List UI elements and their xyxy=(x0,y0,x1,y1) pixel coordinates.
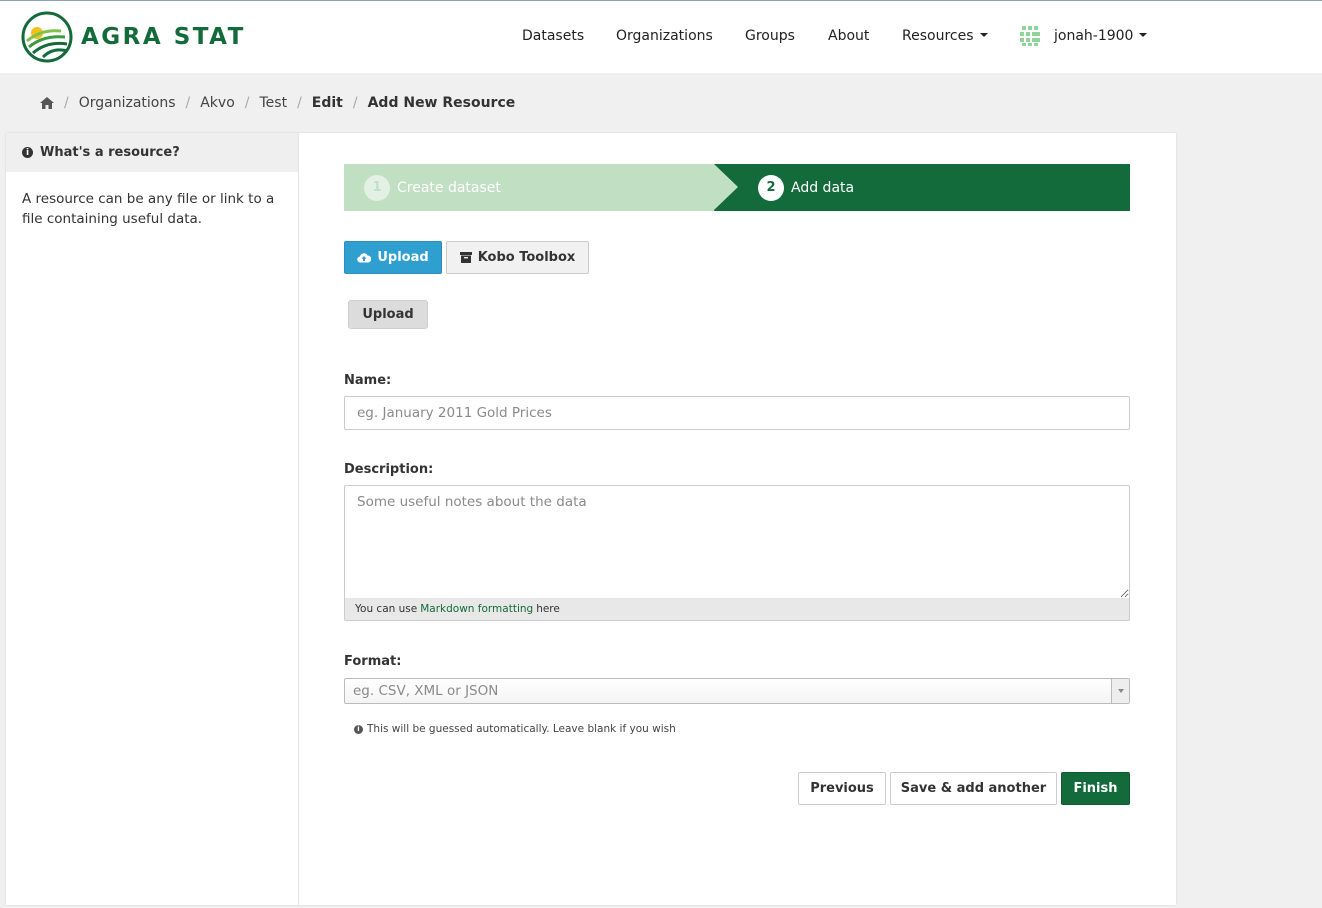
breadcrumb-separator: / xyxy=(297,95,302,111)
breadcrumb-separator: / xyxy=(185,95,191,111)
format-label: Format: xyxy=(344,654,402,669)
breadcrumb-separator: / xyxy=(352,95,358,111)
step-label: Create dataset xyxy=(397,179,501,196)
previous-button[interactable]: Previous xyxy=(798,772,886,805)
agra-logo-icon xyxy=(21,11,73,63)
nav-resources-dropdown[interactable]: Resources xyxy=(902,28,988,44)
cloud-upload-icon xyxy=(357,253,372,263)
breadcrumb-akvo[interactable]: Akvo xyxy=(200,95,235,111)
name-input[interactable] xyxy=(344,396,1130,430)
breadcrumb-current: Add New Resource xyxy=(367,95,516,111)
source-buttons: Upload Kobo Toolbox xyxy=(344,241,589,274)
breadcrumb-organizations[interactable]: Organizations xyxy=(79,95,176,111)
step-create-dataset[interactable]: 1 Create dataset xyxy=(344,164,714,211)
nav-groups[interactable]: Groups xyxy=(745,28,795,44)
markdown-hint: You can use Markdown formatting here xyxy=(344,598,1130,621)
finish-button[interactable]: Finish xyxy=(1061,772,1130,805)
nav-datasets[interactable]: Datasets xyxy=(522,28,584,44)
markdown-hint-prefix: You can use xyxy=(355,603,418,615)
format-help-text: This will be guessed automatically. Leav… xyxy=(367,723,676,735)
nav-resources-label: Resources xyxy=(902,28,974,44)
sidebar-heading-text: What's a resource? xyxy=(40,145,180,160)
info-icon: i xyxy=(22,147,33,158)
nav-organizations[interactable]: Organizations xyxy=(616,28,713,44)
brand-name: AGRA STAT xyxy=(81,24,246,50)
content-card: i What's a resource? A resource can be a… xyxy=(6,133,1176,905)
sidebar-heading: i What's a resource? xyxy=(6,133,298,172)
description-textarea[interactable] xyxy=(344,485,1130,599)
chevron-down-icon[interactable] xyxy=(1111,679,1129,703)
upload-source-button[interactable]: Upload xyxy=(344,241,442,274)
step-arrow xyxy=(714,164,738,210)
breadcrumb: / Organizations / Akvo / Test / Edit / A… xyxy=(40,95,515,111)
name-label: Name: xyxy=(344,373,392,388)
breadcrumb-test[interactable]: Test xyxy=(260,95,288,111)
format-select[interactable]: eg. CSV, XML or JSON xyxy=(344,678,1130,704)
info-icon: i xyxy=(354,724,363,734)
nav-about[interactable]: About xyxy=(828,28,869,44)
step-number: 2 xyxy=(758,174,784,201)
step-label: Add data xyxy=(791,179,855,196)
step-number: 1 xyxy=(364,174,390,201)
archive-icon xyxy=(459,252,472,263)
sidebar: i What's a resource? A resource can be a… xyxy=(6,133,299,905)
breadcrumb-edit[interactable]: Edit xyxy=(312,95,343,111)
user-menu-dropdown[interactable]: jonah-1900 xyxy=(1054,28,1148,44)
step-add-data: 2 Add data xyxy=(714,164,1130,211)
upload-file-button[interactable]: Upload xyxy=(348,300,428,329)
upload-source-label: Upload xyxy=(377,250,429,265)
brand-logo[interactable]: AGRA STAT xyxy=(21,11,246,63)
breadcrumb-separator: / xyxy=(244,95,250,111)
format-help: i This will be guessed automatically. Le… xyxy=(354,723,676,735)
top-navbar: AGRA STAT Datasets Organizations Groups … xyxy=(0,0,1322,73)
breadcrumb-separator: / xyxy=(64,95,69,111)
user-name: jonah-1900 xyxy=(1054,28,1134,44)
caret-down-icon xyxy=(979,33,988,37)
user-avatar-grid-icon[interactable] xyxy=(1018,24,1042,48)
format-placeholder: eg. CSV, XML or JSON xyxy=(353,683,499,699)
caret-down-icon xyxy=(1139,33,1148,37)
form-actions: Previous Save & add another Finish xyxy=(794,772,1130,805)
save-add-another-button[interactable]: Save & add another xyxy=(890,772,1057,805)
kobo-toolbox-label: Kobo Toolbox xyxy=(477,250,576,265)
description-label: Description: xyxy=(344,462,434,477)
markdown-formatting-link[interactable]: Markdown formatting xyxy=(420,603,533,615)
home-icon[interactable] xyxy=(40,97,54,109)
kobo-toolbox-button[interactable]: Kobo Toolbox xyxy=(446,241,589,274)
stages-progress: 1 Create dataset 2 Add data xyxy=(344,164,1130,211)
markdown-hint-suffix: here xyxy=(536,603,560,615)
sidebar-description: A resource can be any file or link to a … xyxy=(22,191,275,227)
